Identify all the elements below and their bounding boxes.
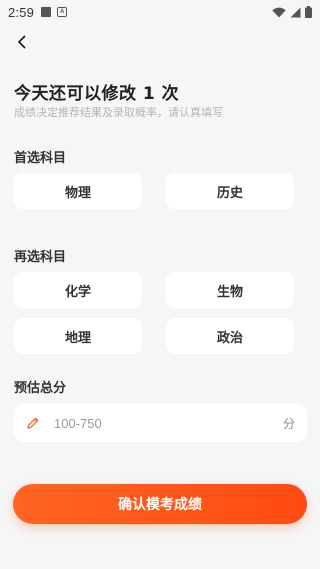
- subject-option-biology[interactable]: 生物: [166, 272, 294, 308]
- subject-option-chemistry[interactable]: 化学: [14, 272, 142, 308]
- secondary-subject-label: 再选科目: [14, 250, 67, 265]
- subject-option-physics[interactable]: 物理: [14, 173, 142, 209]
- confirm-button-label: 确认模考成绩: [118, 497, 202, 513]
- primary-subject-label: 首选科目: [14, 151, 67, 166]
- status-time: 2:59: [8, 4, 35, 20]
- battery-icon: [305, 6, 312, 18]
- subject-option-label: 历史: [216, 185, 243, 201]
- score-field[interactable]: 分: [14, 404, 307, 442]
- subject-option-label: 化学: [64, 284, 91, 300]
- notification-square-icon: [41, 7, 52, 17]
- page-subtitle: 成绩决定推荐结果及录取概率，请认真填写: [14, 106, 223, 119]
- pencil-icon: [27, 417, 39, 429]
- subject-option-history[interactable]: 历史: [166, 173, 294, 209]
- subject-option-geography[interactable]: 地理: [14, 318, 142, 354]
- subject-option-politics[interactable]: 政治: [166, 318, 294, 354]
- score-label: 预估总分: [14, 381, 67, 396]
- a-badge-icon: A: [57, 7, 68, 17]
- confirm-button[interactable]: 确认模考成绩: [13, 484, 307, 524]
- page-title: 今天还可以修改 1 次: [14, 84, 180, 104]
- score-input[interactable]: [54, 415, 283, 431]
- subject-option-label: 政治: [216, 330, 243, 346]
- score-unit: 分: [282, 416, 295, 431]
- subject-option-label: 物理: [64, 185, 91, 201]
- chevron-left-icon: [18, 35, 26, 49]
- signal-icon: [290, 7, 301, 17]
- subject-option-label: 地理: [64, 330, 91, 346]
- status-bar: 2:59 A: [0, 0, 320, 24]
- subject-option-label: 生物: [216, 284, 243, 300]
- back-button[interactable]: [10, 30, 34, 54]
- wifi-icon: [272, 7, 286, 17]
